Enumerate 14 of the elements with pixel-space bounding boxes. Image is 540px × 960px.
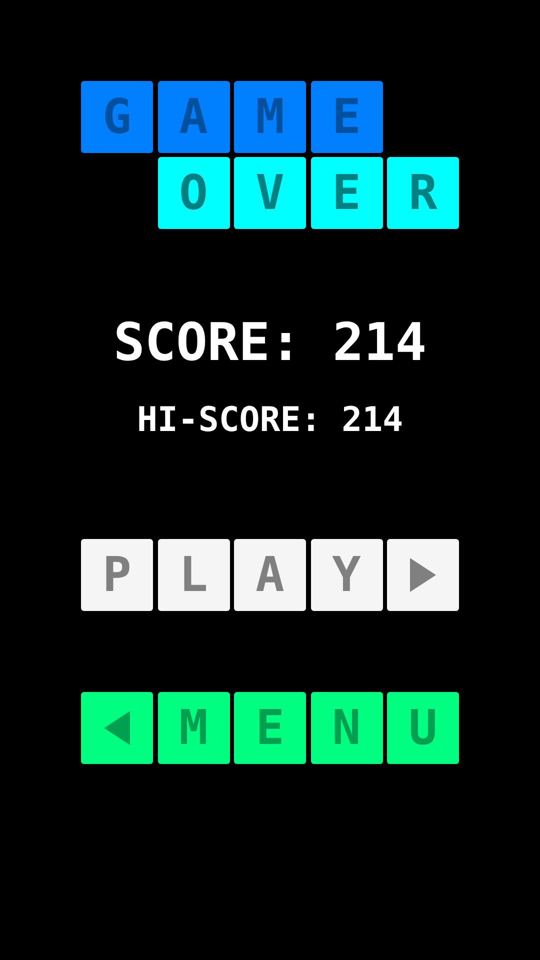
play-button[interactable]: P L A Y bbox=[81, 539, 459, 611]
title-letter-tile: M bbox=[234, 81, 306, 153]
title-letter-tile: V bbox=[234, 157, 306, 229]
hi-score-text: HI-SCORE: 214 bbox=[136, 403, 404, 437]
title-letter-tile: E bbox=[310, 157, 382, 229]
score-text: SCORE: 214 bbox=[113, 317, 427, 369]
title-letter-tile: O bbox=[158, 157, 230, 229]
title-letter-tile: G bbox=[81, 81, 153, 153]
title-letter-tile: E bbox=[310, 81, 382, 153]
back-arrow-icon bbox=[104, 711, 130, 745]
title-letter-tile: R bbox=[387, 157, 459, 229]
title-letter-tile: A bbox=[158, 81, 230, 153]
play-icon bbox=[410, 558, 436, 592]
menu-button[interactable]: M E N U bbox=[81, 692, 459, 764]
